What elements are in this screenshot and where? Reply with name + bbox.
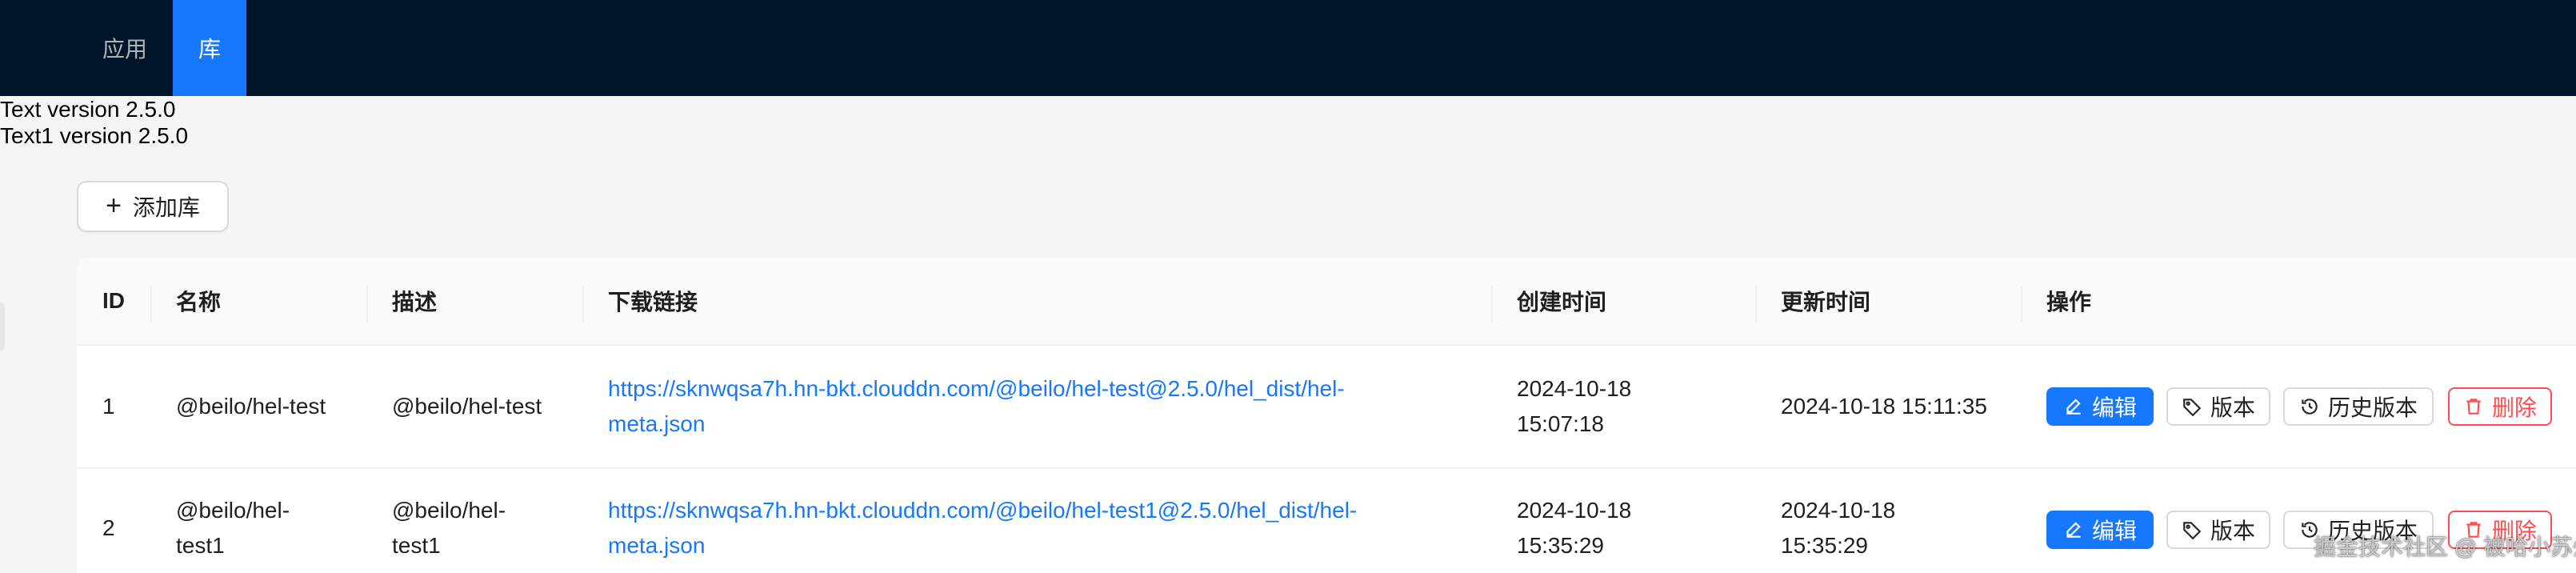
version-label: 版本 bbox=[2210, 519, 2255, 543]
tag-icon bbox=[2183, 399, 2202, 417]
table-header: ID 名称 描述 下载链接 创建时间 更新时间 操作 bbox=[77, 258, 2576, 346]
library-table: ID 名称 描述 下载链接 创建时间 更新时间 操作 1 @beilo/hel-… bbox=[77, 258, 2576, 573]
edit-label: 编辑 bbox=[2091, 519, 2137, 543]
edit-label: 编辑 bbox=[2091, 395, 2137, 420]
row-created-time: 2024-10-18 15:07:18 bbox=[1517, 371, 1631, 442]
download-link-line: meta.json bbox=[608, 411, 706, 436]
version-text: Text version 2.5.0 bbox=[0, 97, 176, 122]
delete-label: 删除 bbox=[2491, 395, 2537, 420]
row-name: @beilo/hel-test bbox=[176, 389, 326, 424]
column-divider bbox=[150, 286, 152, 322]
row-name-line: @beilo/hel-test bbox=[176, 394, 326, 419]
add-library-label: 添加库 bbox=[132, 195, 200, 220]
nav-item-label: 应用 bbox=[102, 37, 147, 62]
column-header-updated: 更新时间 bbox=[1781, 290, 1871, 315]
updated-time-line: 2024-10-18 bbox=[1781, 498, 1896, 523]
tag-icon bbox=[2183, 522, 2202, 540]
row-updated-time: 2024-10-18 15:11:35 bbox=[1781, 389, 1987, 424]
table-row: 1 @beilo/hel-test @beilo/hel-test https:… bbox=[77, 346, 2576, 469]
updated-time-line: 2024-10-18 15:11:35 bbox=[1781, 394, 1987, 419]
row-name-line: @beilo/hel- bbox=[176, 498, 290, 523]
row-created-time: 2024-10-18 15:35:29 bbox=[1517, 493, 1631, 563]
delete-button[interactable]: 删除 bbox=[2448, 387, 2552, 426]
created-time-line: 15:07:18 bbox=[1517, 411, 1604, 436]
column-header-actions: 操作 bbox=[2046, 290, 2092, 315]
edit-icon bbox=[2066, 522, 2081, 538]
top-nav-bar: 应用 库 bbox=[0, 0, 2576, 96]
edit-icon bbox=[2066, 399, 2081, 415]
nav-item-libraries[interactable]: 库 bbox=[173, 0, 246, 96]
version-text: Text1 version 2.5.0 bbox=[0, 123, 189, 148]
history-icon bbox=[2302, 399, 2318, 415]
row-updated-time: 2024-10-18 15:35:29 bbox=[1781, 493, 1895, 563]
row-name-line: test1 bbox=[176, 533, 225, 558]
column-header-name: 名称 bbox=[176, 290, 222, 315]
download-link-line: meta.json bbox=[608, 533, 706, 558]
table-row: 2 @beilo/hel- test1 @beilo/hel- test1 ht… bbox=[77, 469, 2576, 573]
column-divider bbox=[366, 286, 368, 322]
history-version-label: 历史版本 bbox=[2327, 395, 2418, 420]
edit-button[interactable]: 编辑 bbox=[2046, 387, 2154, 426]
row-description: @beilo/hel-test bbox=[392, 389, 542, 424]
plus-icon: + bbox=[106, 190, 122, 221]
column-header-download-link: 下载链接 bbox=[608, 290, 698, 315]
row-description-line: @beilo/hel- bbox=[392, 498, 506, 523]
created-time-line: 2024-10-18 bbox=[1517, 498, 1632, 523]
column-divider bbox=[1491, 286, 1493, 322]
column-header-id: ID bbox=[102, 288, 125, 313]
version-button[interactable]: 版本 bbox=[2166, 511, 2270, 549]
download-link-line: https://sknwqsa7h.hn-bkt.clouddn.com/@be… bbox=[608, 498, 1358, 523]
row-id: 2 bbox=[102, 515, 115, 540]
trash-icon bbox=[2466, 399, 2481, 415]
column-divider bbox=[582, 286, 584, 322]
download-link[interactable]: https://sknwqsa7h.hn-bkt.clouddn.com/@be… bbox=[608, 371, 1345, 442]
nav-item-label: 库 bbox=[198, 37, 221, 62]
version-label: 版本 bbox=[2210, 395, 2255, 420]
row-description-line: @beilo/hel-test bbox=[392, 394, 542, 419]
watermark: 掘金技术社区 @ 被哈小苏州 bbox=[2314, 535, 2576, 559]
row-description-line: test1 bbox=[392, 533, 441, 558]
column-header-created: 创建时间 bbox=[1517, 290, 1607, 315]
column-divider bbox=[1755, 286, 1757, 322]
add-library-button[interactable]: + 添加库 bbox=[77, 181, 229, 232]
created-time-line: 2024-10-18 bbox=[1517, 376, 1632, 401]
download-link-line: https://sknwqsa7h.hn-bkt.clouddn.com/@be… bbox=[608, 376, 1345, 401]
version-button[interactable]: 版本 bbox=[2166, 387, 2270, 426]
nav-item-apps[interactable]: 应用 bbox=[85, 0, 165, 96]
row-id: 1 bbox=[102, 394, 115, 419]
row-name: @beilo/hel- test1 bbox=[176, 493, 290, 563]
history-version-button[interactable]: 历史版本 bbox=[2283, 387, 2434, 426]
download-link[interactable]: https://sknwqsa7h.hn-bkt.clouddn.com/@be… bbox=[608, 493, 1357, 563]
column-header-description: 描述 bbox=[392, 290, 438, 315]
edit-button[interactable]: 编辑 bbox=[2046, 511, 2154, 549]
created-time-line: 15:35:29 bbox=[1517, 533, 1604, 558]
updated-time-line: 15:35:29 bbox=[1781, 533, 1868, 558]
column-divider bbox=[2021, 286, 2022, 322]
sidebar-edge bbox=[0, 303, 5, 351]
row-description: @beilo/hel- test1 bbox=[392, 493, 506, 563]
